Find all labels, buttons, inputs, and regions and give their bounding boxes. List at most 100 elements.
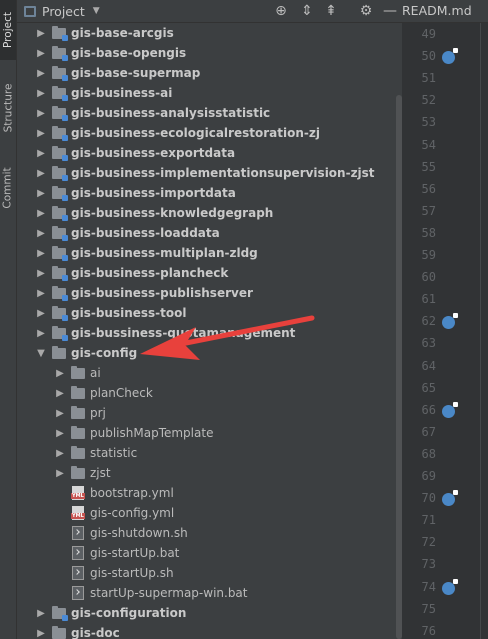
tree-node-file[interactable]: startUp-supermap-win.bat xyxy=(55,583,248,603)
tree-node-label: gis-business-implementationsupervision-z… xyxy=(71,166,375,180)
chevron-right-icon[interactable]: ▶ xyxy=(36,123,46,143)
chevron-right-icon[interactable]: ▶ xyxy=(36,163,46,183)
script-file-icon xyxy=(72,546,84,560)
chevron-right-icon[interactable]: ▶ xyxy=(36,263,46,283)
chevron-right-icon[interactable]: ▶ xyxy=(36,223,46,243)
chevron-right-icon[interactable]: ▶ xyxy=(36,623,46,639)
tree-node-folder[interactable]: ▶ zjst xyxy=(55,463,111,483)
line-number: 67 xyxy=(421,424,436,439)
tree-node-file[interactable]: bootstrap.yml xyxy=(55,483,174,503)
tree-node-folder[interactable]: ▶ publishMapTemplate xyxy=(55,423,213,443)
minimize-icon[interactable]: — xyxy=(381,2,399,20)
tree-node-folder[interactable]: ▶ gis-configuration xyxy=(36,603,186,623)
tree-node-folder[interactable]: ▶ gis-business-plancheck xyxy=(36,263,228,283)
chevron-right-icon[interactable]: ▶ xyxy=(36,243,46,263)
tree-node-label: startUp-supermap-win.bat xyxy=(90,586,248,600)
tree-node-file[interactable]: gis-shutdown.sh xyxy=(55,523,188,543)
chevron-down-icon[interactable]: ▼ xyxy=(93,6,100,16)
tree-node-file[interactable]: gis-startUp.sh xyxy=(55,563,174,583)
tree-node-folder[interactable]: ▶ gis-base-arcgis xyxy=(36,23,174,43)
commit-tool-tab[interactable]: Commit xyxy=(0,160,16,216)
gear-icon[interactable]: ⚙ xyxy=(357,2,375,20)
tree-node-folder[interactable]: ▶ gis-business-ecologicalrestoration-zj xyxy=(36,123,320,143)
line-number: 50 xyxy=(421,49,436,64)
override-marker-icon[interactable] xyxy=(442,48,458,65)
override-marker-icon[interactable] xyxy=(442,490,458,507)
tree-node-folder[interactable]: ▶ statistic xyxy=(55,443,137,463)
chevron-right-icon[interactable]: ▶ xyxy=(36,63,46,83)
chevron-right-icon[interactable]: ▶ xyxy=(36,323,46,343)
chevron-right-icon[interactable]: ▶ xyxy=(36,43,46,63)
expand-all-icon[interactable]: ⇕ xyxy=(298,2,316,20)
chevron-right-icon[interactable]: ▶ xyxy=(36,103,46,123)
tree-node-file[interactable]: gis-startUp.bat xyxy=(55,543,179,563)
line-number: 66 xyxy=(421,402,436,417)
line-number: 69 xyxy=(421,469,436,483)
project-tool-tab[interactable]: Project xyxy=(0,0,16,60)
tree-node-folder[interactable]: ▶ gis-business-ai xyxy=(36,83,172,103)
chevron-right-icon[interactable]: ▶ xyxy=(36,303,46,323)
script-file-icon xyxy=(72,566,84,580)
chevron-right-icon[interactable]: ▶ xyxy=(36,283,46,303)
override-marker-icon[interactable] xyxy=(442,313,458,330)
line-number: 60 xyxy=(421,270,436,285)
tree-node-folder[interactable]: ▶ gis-business-knowledgegraph xyxy=(36,203,273,223)
module-folder-icon xyxy=(52,305,68,321)
tree-node-folder[interactable]: ▶ gis-business-analysisstatistic xyxy=(36,103,270,123)
tree-node-folder[interactable]: ▶ ai xyxy=(55,363,101,383)
tree-node-folder[interactable]: ▶ gis-business-publishserver xyxy=(36,283,253,303)
collapse-all-icon[interactable]: ⇞ xyxy=(322,2,340,20)
chevron-right-icon[interactable]: ▶ xyxy=(55,463,65,483)
line-number: 55 xyxy=(421,159,436,174)
locate-file-icon[interactable]: ⊕ xyxy=(272,2,290,20)
tree-node-folder[interactable]: ▶ gis-base-supermap xyxy=(36,63,200,83)
tree-node-file[interactable]: gis-config.yml xyxy=(55,503,174,523)
chevron-right-icon[interactable]: ▶ xyxy=(36,203,46,223)
chevron-right-icon[interactable]: ▶ xyxy=(36,183,46,203)
tree-node-folder[interactable]: ▶ gis-business-exportdata xyxy=(36,143,235,163)
tree-node-label: gis-business-ecologicalrestoration-zj xyxy=(71,126,320,140)
tree-node-folder[interactable]: ▶ planCheck xyxy=(55,383,153,403)
tree-node-label: ai xyxy=(90,366,101,380)
chevron-right-icon[interactable]: ▶ xyxy=(36,603,46,623)
chevron-right-icon[interactable]: ▶ xyxy=(36,23,46,43)
line-number: 68 xyxy=(421,446,436,461)
project-view-selector[interactable]: Project xyxy=(42,4,85,19)
line-number: 54 xyxy=(421,137,436,152)
override-marker-icon[interactable] xyxy=(442,401,458,418)
tree-node-label: gis-business-loaddata xyxy=(71,226,220,240)
tree-node-folder[interactable]: ▶ gis-business-importdata xyxy=(36,183,236,203)
project-tree: ▶ gis-base-arcgis ▶ gis-base-opengis ▶ gis-ba… xyxy=(17,23,402,639)
chevron-right-icon[interactable]: ▶ xyxy=(55,443,65,463)
structure-tool-tab[interactable]: Structure xyxy=(0,76,16,140)
tree-node-folder[interactable]: ▶ gis-business-tool xyxy=(36,303,187,323)
chevron-right-icon[interactable]: ▶ xyxy=(55,403,65,423)
script-file-icon xyxy=(72,586,84,600)
tree-node-folder[interactable]: ▶ prj xyxy=(55,403,106,423)
chevron-right-icon[interactable]: ▶ xyxy=(55,363,65,383)
module-folder-icon xyxy=(52,325,68,341)
tree-node-folder[interactable]: ▶ gis-business-multiplan-zldg xyxy=(36,243,258,263)
tree-node-folder[interactable]: ▶ gis-bussiness-quotamanagement xyxy=(36,323,295,343)
tree-node-folder[interactable]: ▼ gis-config xyxy=(36,343,137,363)
chevron-right-icon[interactable]: ▶ xyxy=(55,423,65,443)
chevron-right-icon[interactable]: ▶ xyxy=(36,83,46,103)
module-folder-icon xyxy=(52,45,68,61)
chevron-down-icon[interactable]: ▼ xyxy=(36,343,46,363)
tree-node-folder[interactable]: ▶ gis-base-opengis xyxy=(36,43,186,63)
tree-node-label: gis-config.yml xyxy=(90,506,175,520)
line-number: 71 xyxy=(421,513,436,528)
chevron-right-icon[interactable]: ▶ xyxy=(55,383,65,403)
tree-node-folder[interactable]: ▶ gis-doc xyxy=(36,623,120,639)
module-folder-icon xyxy=(52,285,68,301)
tree-node-folder[interactable]: ▶ gis-business-implementationsupervision-… xyxy=(36,163,375,183)
tree-node-label: gis-business-exportdata xyxy=(71,146,236,160)
override-marker-icon[interactable] xyxy=(442,578,458,595)
editor-tab-readme[interactable]: READM.md xyxy=(402,0,488,23)
module-folder-icon xyxy=(52,185,68,201)
tree-node-label: gis-base-arcgis xyxy=(71,26,174,40)
tree-node-folder[interactable]: ▶ gis-business-loaddata xyxy=(36,223,220,243)
module-folder-icon xyxy=(52,605,68,621)
chevron-right-icon[interactable]: ▶ xyxy=(36,143,46,163)
